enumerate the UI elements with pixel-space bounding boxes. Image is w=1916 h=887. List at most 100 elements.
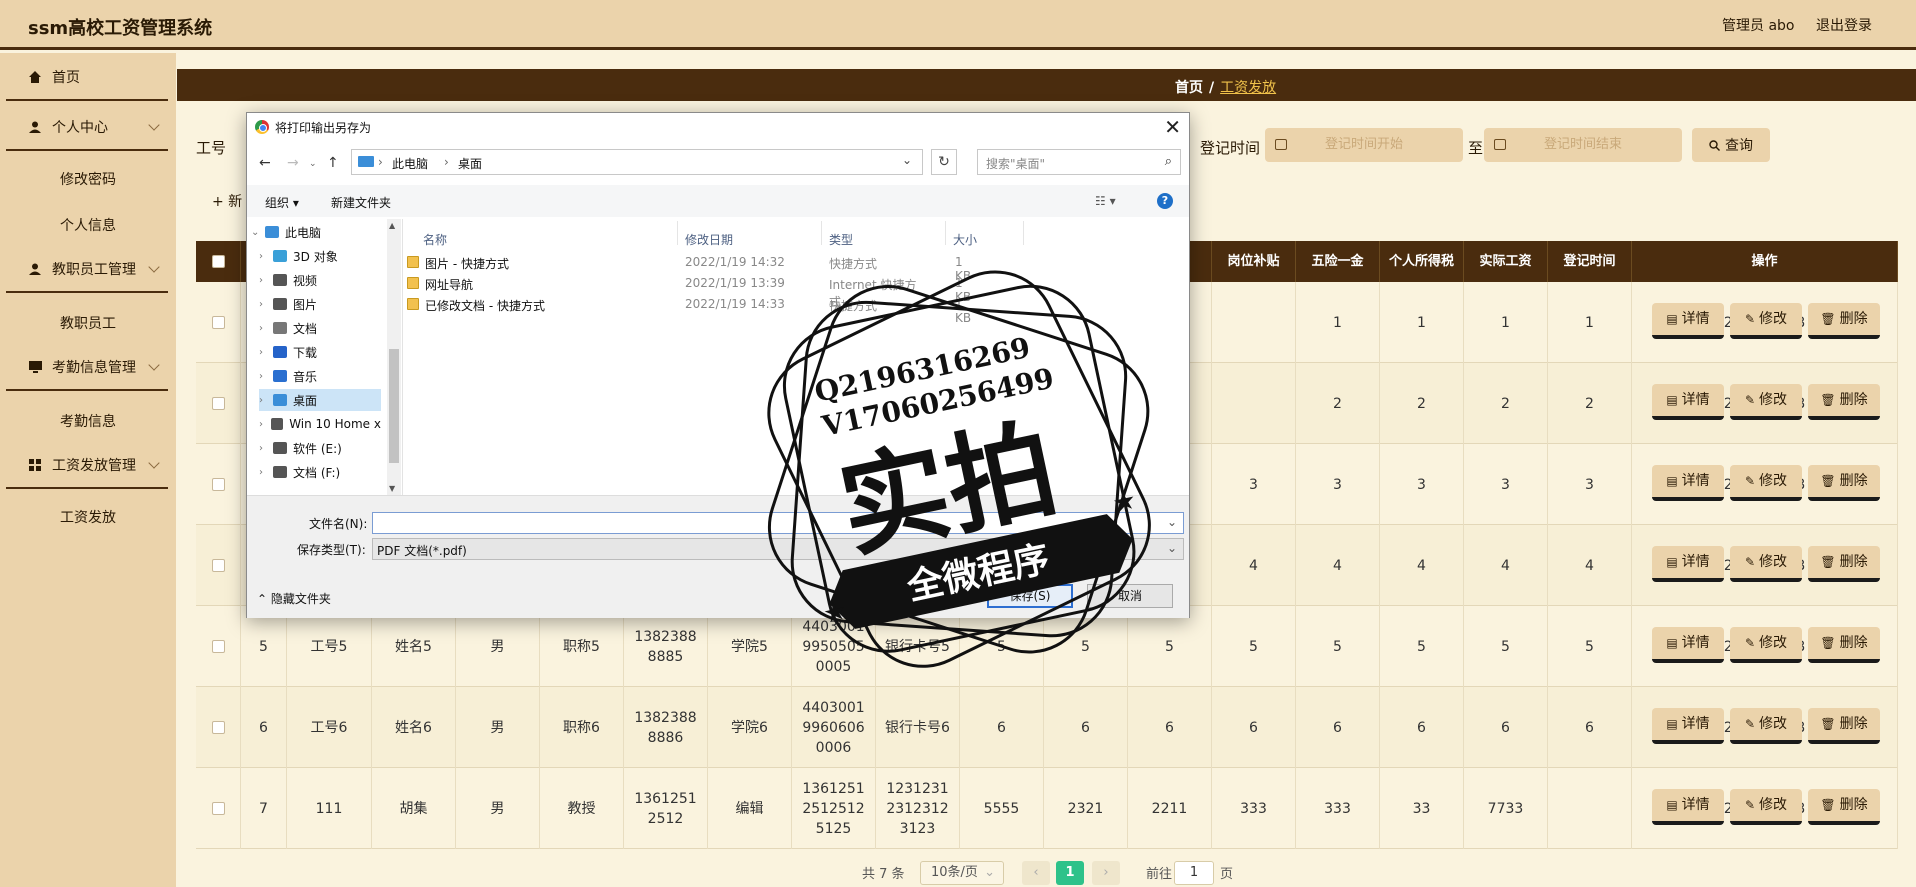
up-arrow-icon[interactable]: ↑ [327,155,339,171]
col-name-header[interactable]: 名称 [423,231,447,248]
detail-button[interactable]: ▤ 详情 [1652,708,1724,744]
chevron-right-icon[interactable]: › [259,299,273,310]
detail-button[interactable]: ▤ 详情 [1652,627,1724,663]
tree-item[interactable]: › 图片 [259,293,381,315]
col-type-header[interactable]: 类型 [829,231,853,248]
row-checkbox[interactable] [211,316,225,329]
sidebar-item-salary-pay-mgmt[interactable]: 工资发放管理 [6,443,168,489]
sidebar-item-home[interactable]: 首页 [6,55,168,101]
address-pc[interactable]: 此电脑 [392,155,428,172]
page-jump-input[interactable]: 1 [1174,861,1214,885]
edit-button[interactable]: ✎ 修改 [1730,627,1802,663]
row-checkbox[interactable] [211,397,225,410]
chevron-right-icon[interactable]: › [259,371,273,382]
edit-button[interactable]: ✎ 修改 [1730,465,1802,501]
reg-time-end-input[interactable]: 登记时间结束 [1484,128,1682,162]
tree-item[interactable]: › 桌面 [259,389,381,411]
edit-button[interactable]: ✎ 修改 [1730,303,1802,339]
sidebar-item-salary-pay[interactable]: 工资发放 [0,499,176,535]
edit-button[interactable]: ✎ 修改 [1730,789,1802,825]
chevron-right-icon[interactable]: › [259,395,273,406]
dialog-search-input[interactable]: 搜索"桌面" ⌕ [977,149,1181,175]
forward-arrow-icon[interactable]: → [287,155,299,171]
help-icon[interactable]: ? [1157,193,1173,209]
scroll-up-icon[interactable]: ▲ [389,221,395,230]
view-options-icon[interactable]: ☷ ▾ [1095,194,1116,208]
detail-button[interactable]: ▤ 详情 [1652,384,1724,420]
detail-button[interactable]: ▤ 详情 [1652,465,1724,501]
row-checkbox[interactable] [211,802,225,815]
chevron-down-icon[interactable]: ⌄ [902,153,912,167]
delete-button[interactable]: 🗑 删除 [1808,708,1880,744]
delete-button[interactable]: 🗑 删除 [1808,546,1880,582]
sidebar-item-personal-info[interactable]: 个人信息 [0,207,176,243]
tree-item[interactable]: › Win 10 Home x [259,413,381,435]
sidebar-item-change-password[interactable]: 修改密码 [0,161,176,197]
logout-link[interactable]: 退出登录 [1816,15,1872,35]
current-page-button[interactable]: 1 [1056,861,1084,885]
hide-folders-toggle[interactable]: ⌃ 隐藏文件夹 [257,590,331,607]
add-button[interactable]: + 新 [212,191,242,211]
chevron-right-icon[interactable]: › [259,323,273,334]
close-icon[interactable]: ✕ [1164,115,1181,139]
reg-time-start-input[interactable]: 登记时间开始 [1265,128,1463,162]
select-all-checkbox[interactable] [211,255,225,268]
select-all-header[interactable] [196,241,241,282]
next-page-button[interactable]: › [1092,861,1120,885]
tree-item[interactable]: › 下载 [259,341,381,363]
chevron-down-icon[interactable]: ⌄ [251,227,265,238]
filename-input[interactable]: ⌄ [372,512,1184,534]
sidebar-item-attendance-info[interactable]: 考勤信息 [0,403,176,439]
chevron-right-icon[interactable]: › [259,347,273,358]
row-checkbox[interactable] [211,721,225,734]
cancel-button[interactable]: 取消 [1087,584,1173,608]
breadcrumb-home[interactable]: 首页 [1175,80,1203,96]
row-checkbox[interactable] [211,559,225,572]
filetype-select[interactable]: PDF 文档(*.pdf) ⌄ [372,538,1184,560]
chevron-right-icon[interactable]: › [259,419,271,430]
delete-button[interactable]: 🗑 删除 [1808,627,1880,663]
delete-button[interactable]: 🗑 删除 [1808,303,1880,339]
delete-button[interactable]: 🗑 删除 [1808,465,1880,501]
prev-page-button[interactable]: ‹ [1022,861,1050,885]
tree-scrollbar[interactable]: ▲ ▼ [387,219,401,495]
tree-item[interactable]: › 音乐 [259,365,381,387]
refresh-icon[interactable]: ↻ [931,149,957,175]
sidebar-item-staff-mgmt[interactable]: 教职员工管理 [6,247,168,293]
chevron-right-icon[interactable]: › [259,443,273,454]
file-row[interactable]: 图片 - 快捷方式 2022/1/19 14:32 快捷方式 1 KB [407,253,971,283]
file-row[interactable]: 网址导航 2022/1/19 13:39 Internet 快捷方式 1 KB [407,274,971,309]
detail-button[interactable]: ▤ 详情 [1652,789,1724,825]
organize-menu[interactable]: 组织 ▾ [265,194,299,211]
file-row[interactable]: 已修改文档 - 快捷方式 2022/1/19 14:33 快捷方式 1 KB [407,295,971,325]
tree-item[interactable]: ⌄ 此电脑 [251,221,381,243]
recent-dropdown-icon[interactable]: ⌄ [309,159,317,169]
tree-item[interactable]: › 文档 [259,317,381,339]
tree-item[interactable]: › 3D 对象 [259,245,381,267]
col-date-header[interactable]: 修改日期 [685,231,733,248]
scroll-thumb[interactable] [389,349,399,463]
tree-item[interactable]: › 软件 (E:) [259,437,381,459]
delete-button[interactable]: 🗑 删除 [1808,384,1880,420]
detail-button[interactable]: ▤ 详情 [1652,303,1724,339]
address-desktop[interactable]: 桌面 [458,155,482,172]
edit-button[interactable]: ✎ 修改 [1730,546,1802,582]
query-button[interactable]: 查询 [1692,128,1770,162]
back-arrow-icon[interactable]: ← [259,155,271,171]
chevron-right-icon[interactable]: › [259,251,273,262]
col-size-header[interactable]: 大小 [953,231,977,248]
tree-item[interactable]: › 文档 (F:) [259,461,381,483]
sidebar-item-attendance-mgmt[interactable]: 考勤信息管理 [6,345,168,391]
sidebar-item-personal-center[interactable]: 个人中心 [6,105,168,151]
tree-item[interactable]: › 视频 [259,269,381,291]
edit-button[interactable]: ✎ 修改 [1730,708,1802,744]
new-folder-button[interactable]: 新建文件夹 [331,194,391,211]
chevron-down-icon[interactable]: ⌄ [1167,515,1177,529]
delete-button[interactable]: 🗑 删除 [1808,789,1880,825]
save-button[interactable]: 保存(S) [987,584,1073,608]
address-bar[interactable]: › 此电脑 › 桌面 ⌄ [351,149,923,175]
sidebar-item-staff[interactable]: 教职员工 [0,305,176,341]
chevron-right-icon[interactable]: › [259,275,273,286]
row-checkbox[interactable] [211,478,225,491]
row-checkbox[interactable] [211,640,225,653]
